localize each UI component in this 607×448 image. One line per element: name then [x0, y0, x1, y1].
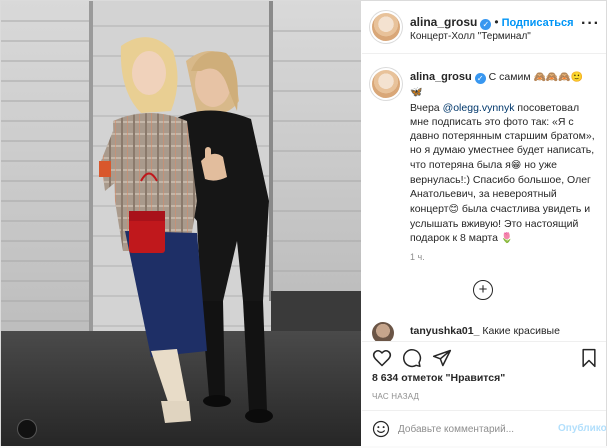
verified-badge-icon: ✓: [480, 19, 492, 30]
photo-account-badge: [17, 419, 37, 439]
post-header: alina_grosu ✓ • Подписаться Концерт-Холл "Т…: [362, 1, 606, 54]
photo-illustration: [1, 1, 361, 447]
likes-count[interactable]: 8 634 отметок "Нравится": [372, 372, 505, 384]
tulip-emoji-icon: 🌷: [500, 233, 514, 245]
comment-icon[interactable]: [402, 348, 422, 373]
share-icon[interactable]: [432, 348, 452, 373]
post-actions-bar: [362, 341, 606, 372]
caption-part-1: Вчера: [410, 101, 443, 114]
caption-text: alina_grosu ✓ С самим 🙈🙈🙈🙂 🦋 Вчера @olegg…: [410, 70, 595, 247]
heart-icon[interactable]: [372, 348, 392, 373]
posted-time: ЧАС НАЗАД: [372, 392, 420, 401]
load-more-comments-button[interactable]: +: [473, 280, 493, 300]
grin-emoji-icon: 😁: [510, 159, 522, 171]
author-avatar[interactable]: [372, 13, 400, 41]
caption-author-avatar[interactable]: [372, 70, 400, 98]
commenter-username[interactable]: tanyushka01_: [410, 325, 479, 337]
separator-dot: •: [494, 15, 499, 29]
caption-username[interactable]: alina_grosu: [410, 71, 472, 83]
header-line: alina_grosu ✓ • Подписаться: [410, 13, 574, 31]
emoji-picker-icon[interactable]: [372, 420, 390, 443]
bookmark-icon[interactable]: [580, 348, 598, 373]
post-side-panel: alina_grosu ✓ • Подписаться Концерт-Холл "Т…: [362, 1, 606, 447]
author-username[interactable]: alina_grosu: [410, 15, 477, 29]
comments-area[interactable]: alina_grosu ✓ С самим 🙈🙈🙈🙂 🦋 Вчера @olegg…: [362, 54, 606, 341]
instagram-post-card: alina_grosu ✓ • Подписаться Концерт-Холл "Т…: [0, 0, 607, 448]
verified-badge-icon: ✓: [474, 73, 486, 84]
follow-button[interactable]: Подписаться: [502, 17, 574, 29]
post-location[interactable]: Концерт-Холл "Терминал": [410, 31, 531, 42]
publish-button[interactable]: Опубликовать: [558, 423, 606, 434]
commenter-avatar[interactable]: [372, 322, 394, 341]
comment-item: tanyushka01_ Какие красивые: [410, 325, 560, 337]
add-comment-bar: Опубликовать: [362, 410, 606, 447]
caption-mention-link[interactable]: @olegg.vynnyk: [443, 102, 515, 114]
caption-time-ago: 1 ч.: [410, 252, 425, 262]
comment-text: Какие красивые: [479, 325, 560, 337]
caption-lead: С самим: [485, 71, 534, 83]
more-options-icon[interactable]: ···: [581, 15, 600, 33]
post-photo[interactable]: [1, 1, 361, 447]
smile-emoji-icon: 😊: [448, 203, 459, 215]
comment-input[interactable]: [398, 420, 548, 438]
